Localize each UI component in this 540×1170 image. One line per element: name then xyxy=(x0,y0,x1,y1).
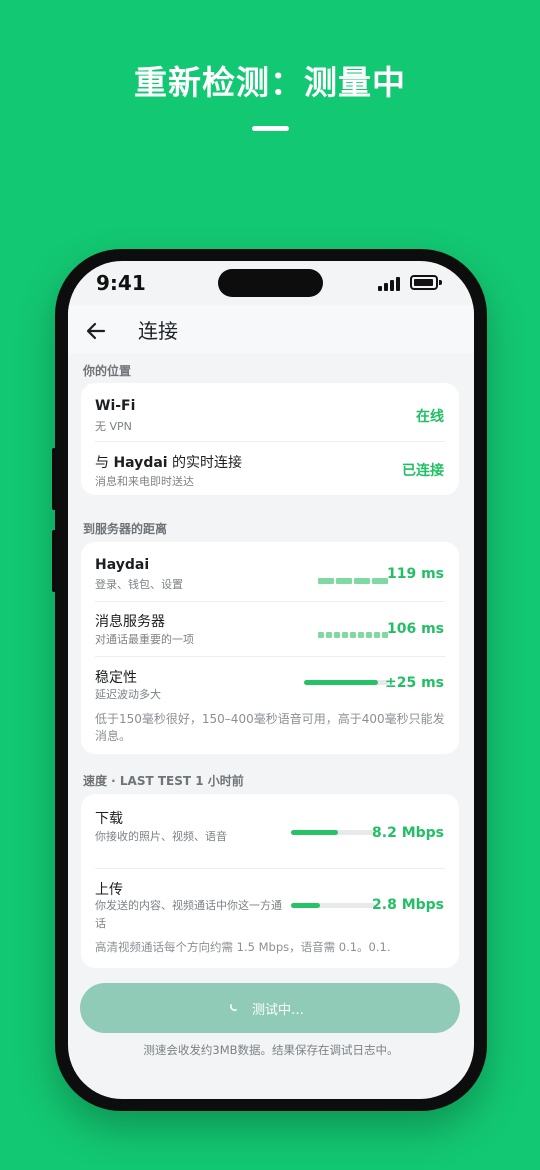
app-bar: 连接 xyxy=(68,305,474,353)
row-subtitle: 登录、钱包、设置 xyxy=(95,578,183,591)
phone-screen: 9:41 连接 你的位置 Wi-Fi 无 VPN 在线 与 Haydai 的实时… xyxy=(68,261,474,1099)
row-title: 上传 xyxy=(95,882,123,898)
row-upload[interactable]: 上传 你发送的内容、视频通话中你这一方通话 2.8 Mbps xyxy=(81,868,459,936)
upload-bar-fill xyxy=(291,903,320,908)
row-title: Haydai xyxy=(95,557,150,573)
headline-underline xyxy=(252,126,289,131)
latency-bar xyxy=(318,578,388,584)
distance-card: Haydai 登录、钱包、设置 119 ms 消息服务器 对通话最重要的一项 1… xyxy=(81,542,459,754)
back-arrow-icon[interactable] xyxy=(84,319,108,343)
page-title: 连接 xyxy=(138,319,178,343)
row-title: Wi-Fi xyxy=(95,398,136,414)
stability-bar xyxy=(304,680,388,685)
row-message-server[interactable]: 消息服务器 对通话最重要的一项 106 ms xyxy=(81,601,459,656)
section-label-distance: 到服务器的距离 xyxy=(83,522,168,536)
upload-value: 2.8 Mbps xyxy=(372,897,444,913)
status-value: 已连接 xyxy=(402,463,444,479)
row-subtitle: 消息和来电即时送达 xyxy=(95,475,194,488)
phone-frame: 9:41 连接 你的位置 Wi-Fi 无 VPN 在线 与 Haydai 的实时… xyxy=(55,249,487,1111)
jitter-value: ±25 ms xyxy=(384,675,444,691)
dynamic-island xyxy=(218,269,323,297)
row-subtitle: 你发送的内容、视频通话中你这一方通话 xyxy=(95,899,282,930)
row-live-connection[interactable]: 与 Haydai 的实时连接 消息和来电即时送达 已连接 xyxy=(81,441,459,495)
row-subtitle: 无 VPN xyxy=(95,420,132,433)
row-subtitle: 你接收的照片、视频、语音 xyxy=(95,830,227,843)
section-label-speed: 速度 · LAST TEST 1 小时前 xyxy=(83,774,244,788)
battery-icon xyxy=(410,275,438,290)
latency-note: 低于150毫秒很好，150–400毫秒语音可用，高于400毫秒只能发消息。 xyxy=(95,712,445,743)
run-test-button-label: 测试中… xyxy=(252,1003,305,1018)
row-subtitle: 延迟波动多大 xyxy=(95,688,161,701)
download-bar-fill xyxy=(291,830,339,835)
page-headline: 重新检测：测量中 xyxy=(134,63,406,102)
row-title: 下载 xyxy=(95,811,123,827)
status-time: 9:41 xyxy=(96,271,146,295)
row-title: 消息服务器 xyxy=(95,614,165,630)
spinner-icon xyxy=(230,1004,237,1011)
download-value: 8.2 Mbps xyxy=(372,825,444,841)
battery-cap xyxy=(439,280,442,285)
location-card: Wi-Fi 无 VPN 在线 与 Haydai 的实时连接 消息和来电即时送达 … xyxy=(81,383,459,495)
signal-icon xyxy=(378,277,402,291)
upload-bar xyxy=(291,903,375,908)
footer-note: 测速会收发约3MB数据。结果保存在调试日志中。 xyxy=(143,1043,399,1057)
download-bar xyxy=(291,830,375,835)
latency-bar xyxy=(318,632,388,638)
section-label-location: 你的位置 xyxy=(83,364,132,378)
row-title: 稳定性 xyxy=(95,670,137,686)
speed-card: 下载 你接收的照片、视频、语音 8.2 Mbps 上传 你发送的内容、视频通话中… xyxy=(81,794,459,968)
row-haydai-server[interactable]: Haydai 登录、钱包、设置 119 ms xyxy=(81,542,459,600)
latency-value: 106 ms xyxy=(386,621,444,637)
run-test-button[interactable]: 测试中… xyxy=(80,983,460,1033)
status-value: 在线 xyxy=(416,409,444,425)
row-download[interactable]: 下载 你接收的照片、视频、语音 8.2 Mbps xyxy=(81,794,459,868)
row-stability[interactable]: 稳定性 延迟波动多大 ±25 ms xyxy=(81,656,459,708)
bandwidth-note: 高清视频通话每个方向约需 1.5 Mbps，语音需 0.1。0.1. xyxy=(95,940,391,954)
row-title: 与 Haydai 的实时连接 xyxy=(95,455,243,471)
stability-bar-fill xyxy=(304,680,378,685)
row-wifi[interactable]: Wi-Fi 无 VPN 在线 xyxy=(81,383,459,439)
row-subtitle: 对通话最重要的一项 xyxy=(95,633,194,646)
latency-value: 119 ms xyxy=(386,566,444,582)
